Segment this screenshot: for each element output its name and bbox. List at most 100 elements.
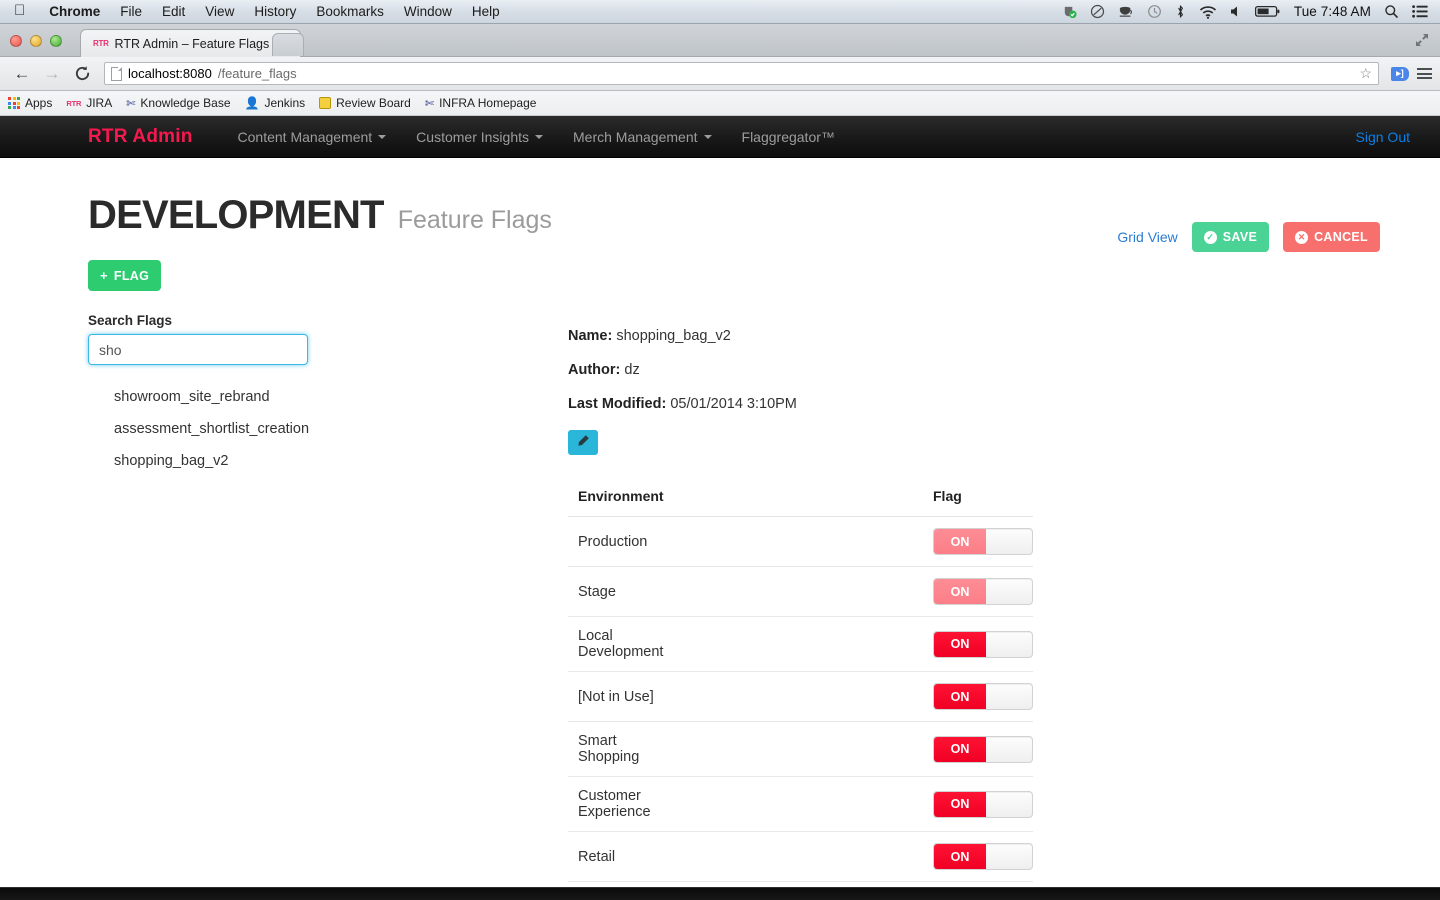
- app-nav-links: Content Management Customer Insights Mer…: [223, 129, 850, 145]
- scissors-icon: ✄: [424, 97, 435, 110]
- reload-icon[interactable]: [68, 61, 96, 87]
- add-flag-button[interactable]: + FLAG: [88, 260, 162, 291]
- nav-label: Content Management: [237, 128, 373, 145]
- save-button[interactable]: ✓ SAVE: [1191, 222, 1270, 252]
- flag-toggle-switch[interactable]: ON: [933, 790, 1033, 818]
- apps-grid-icon: [8, 97, 20, 109]
- browser-tab-strip: RTR RTR Admin – Feature Flags ✕: [0, 24, 1440, 57]
- menu-item-view[interactable]: View: [195, 4, 244, 19]
- menu-item-chrome[interactable]: Chrome: [39, 4, 110, 19]
- flag-modified-row: Last Modified: 05/01/2014 3:10PM: [568, 396, 1038, 412]
- bookmark-apps[interactable]: Apps: [8, 96, 52, 110]
- cancel-button[interactable]: ✕ CANCEL: [1283, 222, 1380, 252]
- table-row: Retail ON: [568, 831, 1033, 882]
- toggle-knob: [986, 632, 1032, 657]
- forward-arrow-icon[interactable]: →: [38, 61, 66, 87]
- menu-item-window[interactable]: Window: [394, 4, 462, 19]
- flag-name-value: shopping_bag_v2: [616, 328, 731, 344]
- flag-toggle-switch[interactable]: ON: [933, 843, 1033, 870]
- bookmark-star-icon[interactable]: ☆: [1359, 65, 1372, 82]
- chevron-down-icon: [703, 134, 712, 139]
- address-bar[interactable]: localhost:8080/feature_flags ☆: [104, 62, 1379, 85]
- toggle-knob: [986, 684, 1032, 709]
- nav-item-content-management[interactable]: Content Management: [223, 129, 402, 145]
- volume-icon[interactable]: [1230, 5, 1242, 18]
- table-row: Production ON: [568, 516, 1033, 567]
- battery-icon[interactable]: [1254, 5, 1281, 18]
- menu-bar-clock[interactable]: Tue 7:48 AM: [1294, 4, 1371, 19]
- bookmark-jira[interactable]: RTR JIRA: [66, 96, 112, 110]
- column-header-flag: Flag: [681, 488, 1033, 517]
- flag-name-label: Name:: [568, 328, 613, 344]
- bookmark-label: Review Board: [336, 96, 411, 110]
- page-body: DEVELOPMENT Feature Flags Grid View ✓ SA…: [0, 158, 1440, 893]
- minimize-window-button[interactable]: [30, 35, 42, 47]
- dropbox-icon[interactable]: [1090, 4, 1105, 19]
- sign-out-link[interactable]: Sign Out: [1356, 129, 1410, 145]
- menu-item-bookmarks[interactable]: Bookmarks: [306, 4, 394, 19]
- spotlight-search-icon[interactable]: [1384, 4, 1399, 19]
- apple-logo-icon[interactable]: : [0, 3, 39, 18]
- search-input[interactable]: [88, 334, 308, 365]
- bluetooth-icon[interactable]: [1175, 4, 1186, 19]
- toggle-state-label: ON: [934, 736, 986, 762]
- menu-item-help[interactable]: Help: [462, 4, 510, 19]
- url-host: localhost:8080: [128, 66, 212, 81]
- fullscreen-expand-icon[interactable]: [1414, 32, 1430, 48]
- table-row: Local Development ON: [568, 616, 1033, 672]
- bookmark-jenkins[interactable]: 👤 Jenkins: [245, 96, 306, 110]
- bookmark-knowledge-base[interactable]: ✄ Knowledge Base: [126, 96, 230, 110]
- nav-label: Flaggregator™: [741, 128, 835, 145]
- edit-flag-button[interactable]: [568, 430, 598, 455]
- time-machine-icon[interactable]: [1147, 4, 1162, 19]
- list-item[interactable]: shopping_bag_v2: [114, 453, 1440, 469]
- zoom-window-button[interactable]: [50, 35, 62, 47]
- window-traffic-lights[interactable]: [10, 35, 62, 47]
- flag-modified-label: Last Modified:: [568, 396, 667, 412]
- flag-toggle-switch[interactable]: ON: [933, 578, 1033, 605]
- column-header-environment: Environment: [568, 488, 681, 517]
- bookmark-label: Apps: [25, 96, 53, 110]
- toggle-knob: [986, 737, 1032, 762]
- nav-item-merch-management[interactable]: Merch Management: [558, 129, 727, 145]
- table-head: Environment Flag: [568, 488, 1033, 517]
- flag-toggle-switch[interactable]: ON: [933, 735, 1033, 763]
- browser-tab-active[interactable]: RTR RTR Admin – Feature Flags ✕: [80, 29, 302, 57]
- notification-center-icon[interactable]: [1412, 5, 1428, 18]
- menu-item-history[interactable]: History: [244, 4, 306, 19]
- bookmarks-bar: Apps RTR JIRA ✄ Knowledge Base 👤 Jenkins…: [0, 91, 1440, 116]
- flag-author-value: dz: [624, 362, 640, 378]
- page-viewport: RTR Admin Content Management Customer In…: [0, 116, 1440, 893]
- top-right-actions: Grid View ✓ SAVE ✕ CANCEL: [1117, 222, 1380, 252]
- toggle-state-label: ON: [934, 791, 986, 817]
- chevron-down-icon: [378, 134, 387, 139]
- nav-label: Merch Management: [573, 128, 698, 145]
- new-tab-button[interactable]: [272, 33, 304, 56]
- flag-toggle-switch[interactable]: ON: [933, 528, 1033, 555]
- shield-check-icon[interactable]: [1062, 4, 1077, 19]
- nav-item-flaggregator[interactable]: Flaggregator™: [727, 129, 850, 145]
- flag-author-row: Author: dz: [568, 362, 1038, 378]
- wifi-icon[interactable]: [1199, 5, 1217, 19]
- grid-view-link[interactable]: Grid View: [1117, 229, 1177, 245]
- page-title: DEVELOPMENT: [88, 193, 384, 237]
- flag-toggle-switch[interactable]: ON: [933, 630, 1033, 658]
- bookmark-infra-homepage[interactable]: ✄ INFRA Homepage: [425, 96, 537, 110]
- app-navbar: RTR Admin Content Management Customer In…: [0, 116, 1440, 158]
- coffee-cup-icon[interactable]: [1118, 5, 1134, 19]
- environment-name: Stage: [568, 566, 681, 617]
- menu-item-file[interactable]: File: [110, 4, 152, 19]
- x-circle-icon: ✕: [1295, 230, 1309, 244]
- nav-item-customer-insights[interactable]: Customer Insights: [401, 129, 558, 145]
- chrome-menu-icon[interactable]: [1417, 68, 1432, 79]
- extension-icon[interactable]: ▸]: [1391, 66, 1409, 81]
- tab-favicon-icon: RTR: [93, 39, 109, 48]
- menu-item-edit[interactable]: Edit: [152, 4, 195, 19]
- app-brand-logo[interactable]: RTR Admin: [88, 126, 193, 148]
- flag-toggle-cell: ON: [681, 776, 1033, 832]
- back-arrow-icon[interactable]: ←: [8, 61, 36, 87]
- bookmark-review-board[interactable]: Review Board: [319, 96, 411, 110]
- close-window-button[interactable]: [10, 35, 22, 47]
- toggle-knob: [986, 579, 1032, 604]
- flag-toggle-switch[interactable]: ON: [933, 683, 1033, 710]
